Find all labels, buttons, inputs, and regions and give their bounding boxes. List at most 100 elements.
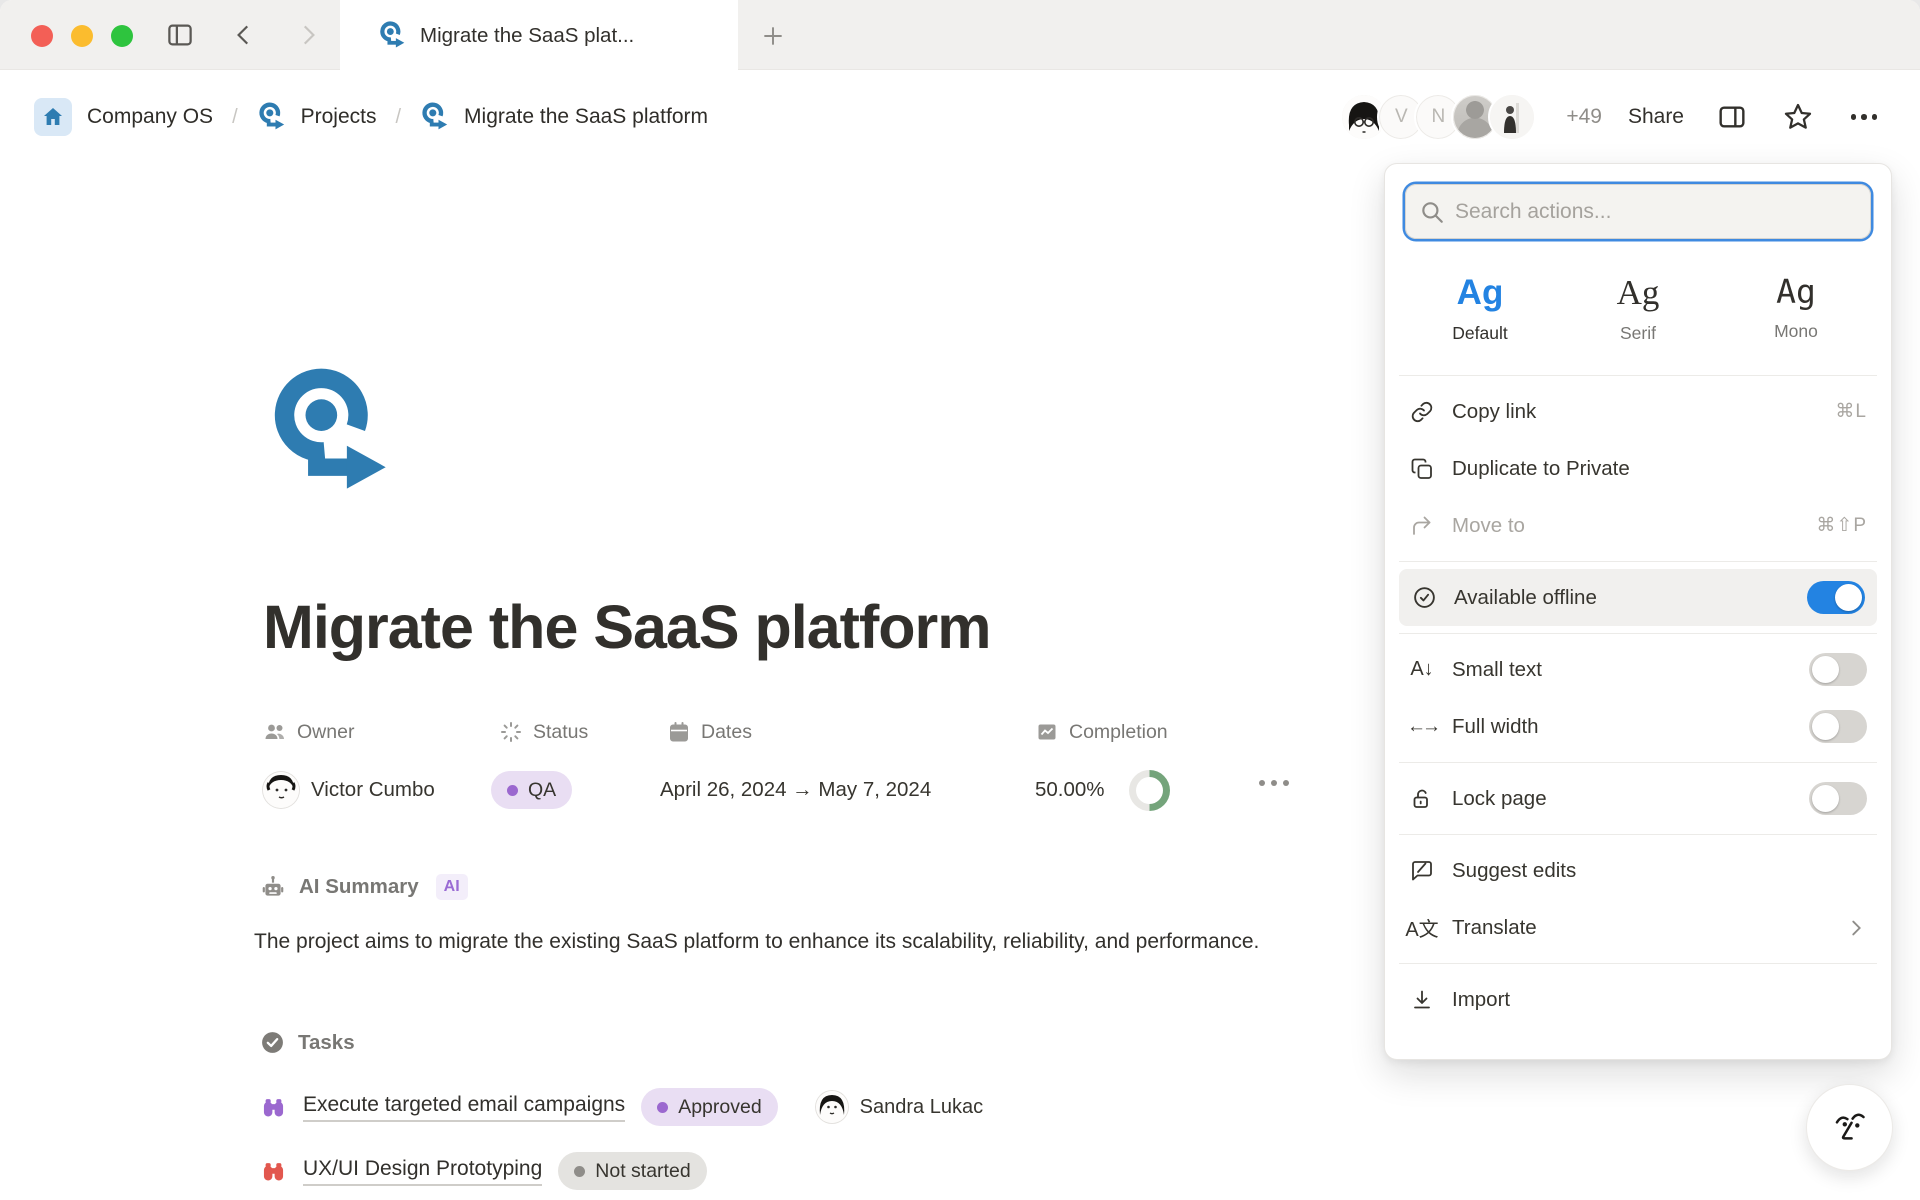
status-spinner-icon	[499, 720, 523, 744]
property-label-dates[interactable]: Dates	[667, 720, 752, 744]
property-dates-value[interactable]: April 26, 2024 → May 7, 2024	[660, 768, 931, 812]
check-circle-icon	[260, 1030, 285, 1055]
breadcrumb-separator: /	[391, 106, 405, 129]
ai-face-icon	[1825, 1103, 1875, 1153]
close-window-button[interactable]	[31, 25, 53, 47]
task-status-badge[interactable]: Not started	[558, 1152, 706, 1190]
font-option-serif[interactable]: Ag Serif	[1559, 265, 1717, 352]
active-tab[interactable]: Migrate the SaaS plat...	[340, 0, 738, 71]
collaborator-avatars[interactable]: V N	[1340, 93, 1536, 141]
breadcrumb-separator: /	[228, 106, 242, 129]
assignee-name: Sandra Lukac	[860, 1096, 983, 1119]
current-page-icon	[420, 101, 449, 133]
translate-icon: A文	[1409, 913, 1435, 942]
owner-name: Victor Cumbo	[311, 778, 435, 802]
menu-item-suggest-edits[interactable]: Suggest edits	[1397, 842, 1879, 899]
favorite-star-icon[interactable]	[1776, 95, 1820, 139]
move-to-icon	[1409, 514, 1435, 538]
breadcrumb-projects[interactable]: Projects	[301, 105, 377, 129]
menu-divider	[1399, 375, 1877, 376]
property-status-value[interactable]: QA	[491, 768, 572, 812]
font-option-default[interactable]: Ag Default	[1401, 265, 1559, 352]
calendar-icon	[667, 720, 691, 744]
link-icon	[1409, 400, 1435, 424]
task-status-badge[interactable]: Approved	[641, 1088, 777, 1126]
check-circle-icon	[1411, 585, 1437, 610]
more-options-icon[interactable]	[1842, 95, 1886, 139]
task-assignee[interactable]: Sandra Lukac	[816, 1091, 983, 1123]
small-text-icon: A↓	[1409, 658, 1435, 681]
new-tab-icon[interactable]	[752, 15, 794, 57]
ai-summary-heading: AI Summary AI	[260, 874, 468, 900]
menu-divider	[1399, 762, 1877, 763]
menu-item-copy-link[interactable]: Copy link ⌘L	[1397, 383, 1879, 440]
more-properties-icon[interactable]	[1259, 780, 1289, 786]
tasks-heading: Tasks	[260, 1030, 355, 1055]
menu-item-translate[interactable]: A文 Translate	[1397, 899, 1879, 956]
page-title[interactable]: Migrate the SaaS platform	[263, 592, 991, 662]
menu-item-available-offline[interactable]: Available offline	[1399, 569, 1877, 626]
menu-divider	[1399, 633, 1877, 634]
binoculars-icon	[260, 1158, 287, 1185]
toggle-sidebar-icon[interactable]	[160, 15, 200, 55]
minimize-window-button[interactable]	[71, 25, 93, 47]
avatar	[1488, 93, 1536, 141]
share-button[interactable]: Share	[1624, 99, 1688, 135]
people-icon	[263, 720, 287, 744]
forward-icon	[288, 15, 328, 55]
chevron-right-icon	[1845, 917, 1867, 939]
menu-divider	[1399, 963, 1877, 964]
menu-divider	[1399, 561, 1877, 562]
side-peek-icon[interactable]	[1710, 95, 1754, 139]
chart-icon	[1035, 720, 1059, 744]
unlock-icon	[1409, 787, 1435, 811]
property-label-completion[interactable]: Completion	[1035, 720, 1168, 744]
property-label-owner[interactable]: Owner	[263, 720, 354, 744]
status-badge: QA	[491, 771, 572, 809]
completion-ring	[1129, 770, 1170, 811]
menu-item-import[interactable]: Import	[1397, 971, 1879, 1028]
zoom-window-button[interactable]	[111, 25, 133, 47]
shortcut-label: ⌘⇧P	[1816, 514, 1867, 537]
property-label-status[interactable]: Status	[499, 720, 588, 744]
window-controls	[31, 25, 133, 47]
breadcrumb-company-os[interactable]: Company OS	[87, 105, 213, 129]
property-owner-value[interactable]: Victor Cumbo	[263, 768, 435, 812]
breadcrumb: Company OS / Projects / Migrate the SaaS…	[34, 98, 708, 136]
tab-bar: Migrate the SaaS plat...	[0, 0, 1920, 70]
avatar-overflow-count[interactable]: +49	[1566, 105, 1602, 129]
task-title-link[interactable]: Execute targeted email campaigns	[303, 1093, 625, 1122]
home-icon[interactable]	[34, 98, 72, 136]
menu-item-full-width[interactable]: ←→ Full width	[1397, 698, 1879, 755]
duplicate-icon	[1409, 457, 1435, 481]
task-title-link[interactable]: UX/UI Design Prototyping	[303, 1157, 542, 1186]
lock-page-toggle[interactable]	[1809, 782, 1867, 815]
search-actions-input[interactable]	[1405, 184, 1871, 239]
small-text-toggle[interactable]	[1809, 653, 1867, 686]
binoculars-icon	[260, 1094, 287, 1121]
import-icon	[1409, 988, 1435, 1012]
font-option-mono[interactable]: Ag Mono	[1717, 265, 1875, 352]
page-header: Company OS / Projects / Migrate the SaaS…	[0, 71, 1920, 163]
page-logo-icon	[378, 20, 406, 51]
menu-item-duplicate[interactable]: Duplicate to Private	[1397, 440, 1879, 497]
page-icon[interactable]	[265, 362, 393, 505]
property-completion-value[interactable]: 50.00%	[1035, 768, 1170, 812]
task-row: Execute targeted email campaigns Approve…	[260, 1088, 983, 1126]
menu-item-move-to: Move to ⌘⇧P	[1397, 497, 1879, 554]
app-window: Migrate the SaaS plat... Company OS / Pr…	[0, 0, 1920, 1200]
assignee-avatar	[816, 1091, 848, 1123]
menu-divider	[1399, 834, 1877, 835]
projects-icon	[257, 101, 286, 133]
back-icon[interactable]	[224, 15, 264, 55]
full-width-icon: ←→	[1409, 716, 1435, 738]
breadcrumb-current-page[interactable]: Migrate the SaaS platform	[464, 105, 708, 129]
search-icon	[1419, 199, 1445, 225]
menu-item-lock-page[interactable]: Lock page	[1397, 770, 1879, 827]
shortcut-label: ⌘L	[1835, 400, 1867, 423]
available-offline-toggle[interactable]	[1807, 581, 1865, 614]
notion-ai-button[interactable]	[1806, 1084, 1893, 1171]
menu-item-small-text[interactable]: A↓ Small text	[1397, 641, 1879, 698]
robot-icon	[260, 874, 286, 900]
full-width-toggle[interactable]	[1809, 710, 1867, 743]
